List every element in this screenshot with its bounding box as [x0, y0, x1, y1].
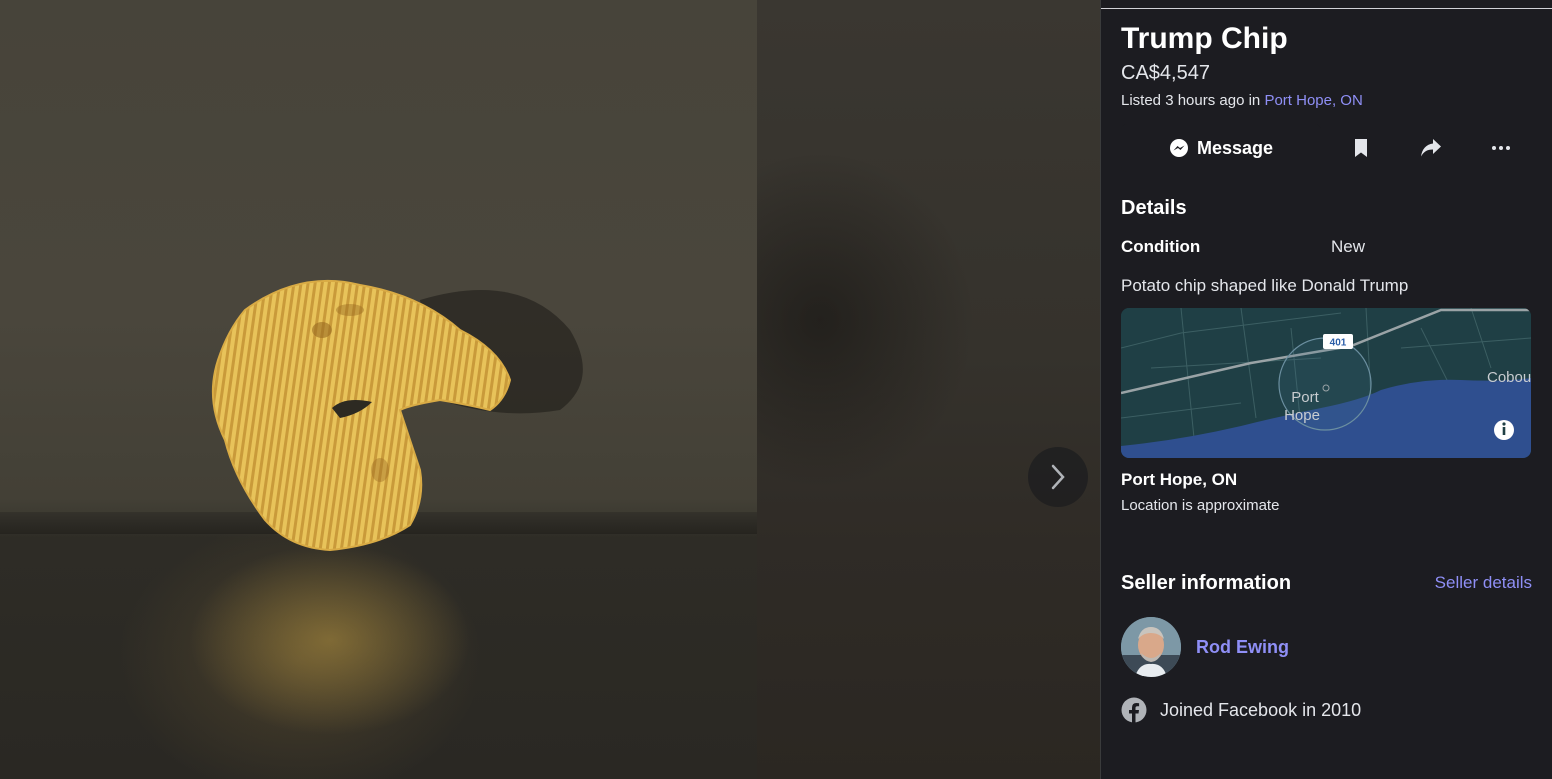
save-button[interactable] [1331, 124, 1391, 172]
bookmark-icon [1355, 139, 1367, 157]
svg-text:401: 401 [1330, 338, 1347, 349]
facebook-icon [1121, 697, 1147, 723]
next-photo-button[interactable] [1028, 447, 1088, 507]
chevron-right-icon [1051, 464, 1065, 490]
map-graphic: 401 Port Hope Cobou [1121, 308, 1531, 458]
share-button[interactable] [1401, 124, 1461, 172]
more-options-button[interactable] [1471, 124, 1531, 172]
seller-details-link[interactable]: Seller details [1435, 573, 1532, 593]
message-button-label: Message [1196, 137, 1274, 158]
seller-avatar-photo [1121, 617, 1181, 677]
listing-info-panel: Trump Chip CA$4,547 Listed 3 hours ago i… [1100, 0, 1552, 779]
svg-text:Cobou: Cobou [1487, 369, 1531, 386]
message-button[interactable]: Message [1121, 124, 1321, 172]
seller-avatar[interactable] [1121, 617, 1181, 677]
panel-divider [1101, 8, 1552, 9]
details-heading: Details [1121, 197, 1187, 219]
map-info-icon[interactable] [1494, 420, 1514, 440]
photo-viewer [0, 0, 1100, 779]
seller-joined-row: Joined Facebook in 2010 [1121, 697, 1361, 723]
seller-joined-text: Joined Facebook in 2010 [1160, 699, 1362, 720]
listing-photo [0, 0, 757, 779]
seller-info-heading: Seller information [1121, 572, 1292, 594]
condition-value: New [1331, 237, 1366, 256]
share-icon [1421, 139, 1441, 157]
listed-location-link[interactable]: Port Hope, ON [1264, 92, 1362, 109]
svg-text:Hope: Hope [1284, 407, 1320, 424]
location-name: Port Hope, ON [1121, 470, 1238, 489]
more-icon [1492, 146, 1510, 150]
seller-name-link[interactable]: Rod Ewing [1196, 637, 1289, 658]
location-map[interactable]: 401 Port Hope Cobou [1121, 308, 1531, 458]
listing-title: Trump Chip [1121, 22, 1288, 55]
listing-description: Potato chip shaped like Donald Trump [1121, 276, 1409, 295]
action-bar: Message [1121, 124, 1533, 172]
location-approximate-note: Location is approximate [1121, 497, 1280, 514]
condition-label: Condition [1121, 237, 1201, 256]
listing-price: CA$4,547 [1121, 62, 1210, 84]
listed-time: Listed 3 hours ago in [1121, 92, 1265, 109]
messenger-icon [1169, 139, 1188, 157]
potato-chip-image [190, 279, 583, 735]
svg-text:Port: Port [1291, 389, 1319, 406]
listing-meta: Listed 3 hours ago in Port Hope, ON [1121, 92, 1363, 109]
